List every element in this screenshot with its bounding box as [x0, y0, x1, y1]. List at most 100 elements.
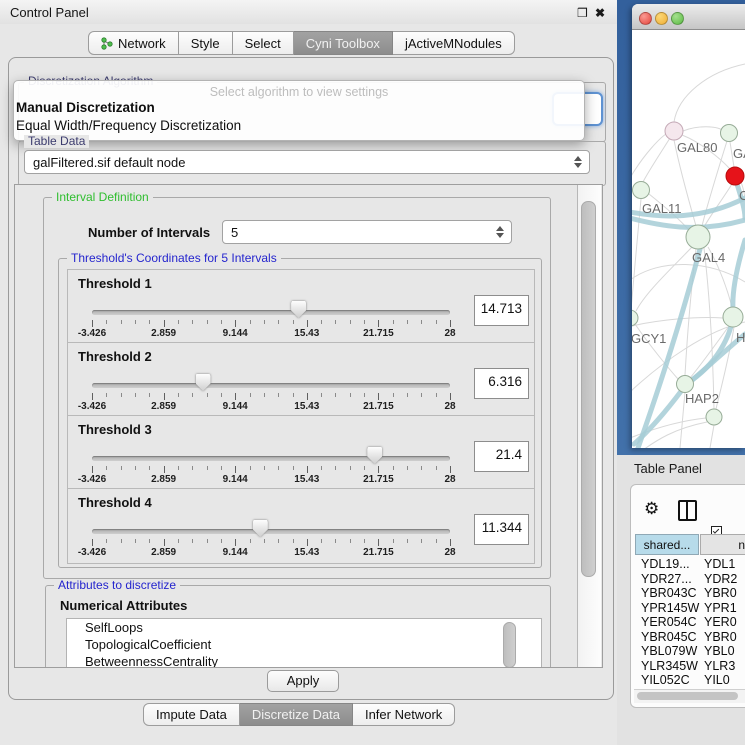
network-node[interactable]: [706, 409, 722, 425]
tab-network[interactable]: Network: [88, 31, 179, 55]
threshold-value-field[interactable]: 6.316: [474, 368, 529, 399]
settings-scroll-viewport: Interval Definition Number of Intervals …: [14, 184, 603, 668]
table-data-combobox[interactable]: galFiltered.sif default node: [24, 150, 590, 174]
threshold-label: Threshold 4: [78, 495, 152, 510]
interval-definition-title: Interval Definition: [52, 191, 153, 204]
network-graph: GAL80GACGAL11GAL4GCY1HHAP2: [632, 30, 745, 448]
network-edge[interactable]: [704, 248, 714, 409]
tab-infer-network[interactable]: Infer Network: [353, 703, 455, 726]
threshold-value-field[interactable]: 14.713: [474, 295, 529, 326]
threshold-slider-track[interactable]: [92, 383, 450, 388]
attribute-list-item[interactable]: SelfLoops: [67, 619, 541, 636]
tab-impute-data[interactable]: Impute Data: [143, 703, 240, 726]
network-node-label: GAL11: [642, 201, 682, 216]
network-node-label: H: [736, 330, 745, 345]
column-header-shared-name[interactable]: shared...: [635, 534, 699, 555]
tab-cyni-toolbox[interactable]: Cyni Toolbox: [294, 31, 393, 55]
table-data-group-title: Table Data: [24, 135, 89, 148]
tab-style[interactable]: Style: [179, 31, 233, 55]
split-view-icon[interactable]: [678, 500, 697, 521]
table-row[interactable]: YBR043CYBR0: [634, 586, 745, 601]
dropdown-prompt[interactable]: Select algorithm to view settings: [14, 85, 584, 99]
control-panel-titlebar: [0, 0, 617, 24]
threshold-value-field[interactable]: 21.4: [474, 441, 529, 472]
network-canvas[interactable]: GAL80GACGAL11GAL4GCY1HHAP2: [632, 30, 745, 448]
close-panel-icon[interactable]: ✖: [595, 6, 605, 20]
network-node[interactable]: [721, 125, 738, 142]
number-of-intervals-combobox[interactable]: 5: [222, 220, 512, 244]
slider-ticks: [92, 466, 450, 474]
number-of-intervals-label: Number of Intervals: [88, 225, 210, 240]
settings-scrollbar-track[interactable]: [577, 185, 601, 667]
slider-ticks: [92, 393, 450, 401]
threshold-slider-track[interactable]: [92, 529, 450, 534]
tab-discretize-data[interactable]: Discretize Data: [240, 703, 353, 726]
tab-jactivemnodules[interactable]: jActiveMNodules: [393, 31, 515, 55]
numerical-attributes-label: Numerical Attributes: [60, 598, 187, 613]
table-panel-window: ⚙ shared... na YDL19...YDL1YDR27...YDR2Y…: [630, 484, 745, 708]
network-node[interactable]: [633, 182, 650, 199]
network-edge-thick[interactable]: [632, 218, 745, 227]
zoom-window-icon[interactable]: [671, 12, 684, 25]
column-header-name[interactable]: na: [700, 534, 745, 555]
screen: Control Panel ❒ ✖ Network Style Select C…: [0, 0, 745, 745]
attributes-groupbox: Attributes to discretize Numerical Attri…: [45, 585, 551, 668]
table-row[interactable]: YBR045CYBR0: [634, 630, 745, 645]
slider-tick-labels: -3.4262.8599.14415.4321.71528: [92, 474, 450, 486]
threshold-slider-handle[interactable]: [253, 520, 268, 537]
table-row[interactable]: YER054CYER0: [634, 615, 745, 630]
threshold-slider-track[interactable]: [92, 456, 450, 461]
threshold-label: Threshold 1: [78, 276, 152, 291]
threshold-2-panel: Threshold 2 -3.4262.8599.14415.4321.7152…: [67, 342, 535, 418]
network-node-label: GA: [733, 146, 745, 161]
settings-scrollbar-thumb[interactable]: [581, 201, 596, 577]
table-hscrollbar-thumb[interactable]: [637, 692, 738, 700]
attributes-list-scrollbar[interactable]: [503, 622, 516, 668]
network-edge[interactable]: [643, 138, 670, 182]
slider-tick-labels: -3.4262.8599.14415.4321.71528: [92, 547, 450, 559]
gear-icon[interactable]: ⚙: [644, 500, 659, 517]
table-row[interactable]: YLR345WYLR3: [634, 659, 745, 674]
network-node[interactable]: [677, 376, 694, 393]
table-row[interactable]: YBL079WYBL0: [634, 644, 745, 659]
close-window-icon[interactable]: [639, 12, 652, 25]
table-row[interactable]: YDL19...YDL1: [634, 557, 745, 572]
network-edge[interactable]: [683, 127, 722, 131]
minimize-window-icon[interactable]: [655, 12, 668, 25]
network-edge-thick[interactable]: [634, 390, 682, 444]
network-node[interactable]: [723, 307, 743, 327]
network-node[interactable]: [665, 122, 683, 140]
dropdown-option-manual[interactable]: Manual Discretization: [14, 99, 584, 117]
threshold-value-field[interactable]: 11.344: [474, 514, 529, 545]
table-hscrollbar-track[interactable]: [634, 689, 745, 703]
apply-button[interactable]: Apply: [267, 670, 339, 692]
table-row[interactable]: YIL052CYIL0: [634, 673, 745, 688]
network-node[interactable]: [632, 310, 638, 326]
threshold-slider-handle[interactable]: [367, 447, 382, 464]
table-row[interactable]: YDR27...YDR2: [634, 572, 745, 587]
threshold-slider-track[interactable]: [92, 310, 450, 315]
network-node[interactable]: [726, 167, 744, 185]
threshold-slider-handle[interactable]: [291, 301, 306, 318]
threshold-label: Threshold 2: [78, 349, 152, 364]
thresholds-group-title: Threshold's Coordinates for 5 Intervals: [67, 252, 281, 265]
attribute-list-item[interactable]: TopologicalCoefficient: [67, 636, 541, 653]
network-edge[interactable]: [674, 64, 745, 122]
dropdown-option-equal-width[interactable]: Equal Width/Frequency Discretization: [14, 117, 584, 135]
attribute-list-item[interactable]: BetweennessCentrality: [67, 653, 541, 668]
network-node[interactable]: [686, 225, 710, 249]
table-row[interactable]: YPR145WYPR1: [634, 601, 745, 616]
tab-select[interactable]: Select: [233, 31, 294, 55]
threshold-3-panel: Threshold 3 -3.4262.8599.14415.4321.7152…: [67, 415, 535, 491]
threshold-slider-handle[interactable]: [196, 374, 211, 391]
threshold-label: Threshold 3: [78, 422, 152, 437]
float-panel-icon[interactable]: ❒: [577, 6, 588, 20]
numerical-attributes-list[interactable]: SelfLoopsTopologicalCoefficientBetweenne…: [66, 618, 542, 668]
thresholds-groupbox: Threshold's Coordinates for 5 Intervals …: [58, 258, 542, 568]
threshold-1-panel: Threshold 1 -3.4262.8599.14415.4321.7152…: [67, 269, 535, 345]
network-node-label: GAL4: [692, 250, 725, 265]
network-edge-thick[interactable]: [638, 249, 700, 448]
network-edge[interactable]: [632, 264, 745, 282]
cyni-bottom-tabs: Impute Data Discretize Data Infer Networ…: [143, 703, 455, 726]
network-edge[interactable]: [710, 425, 714, 448]
